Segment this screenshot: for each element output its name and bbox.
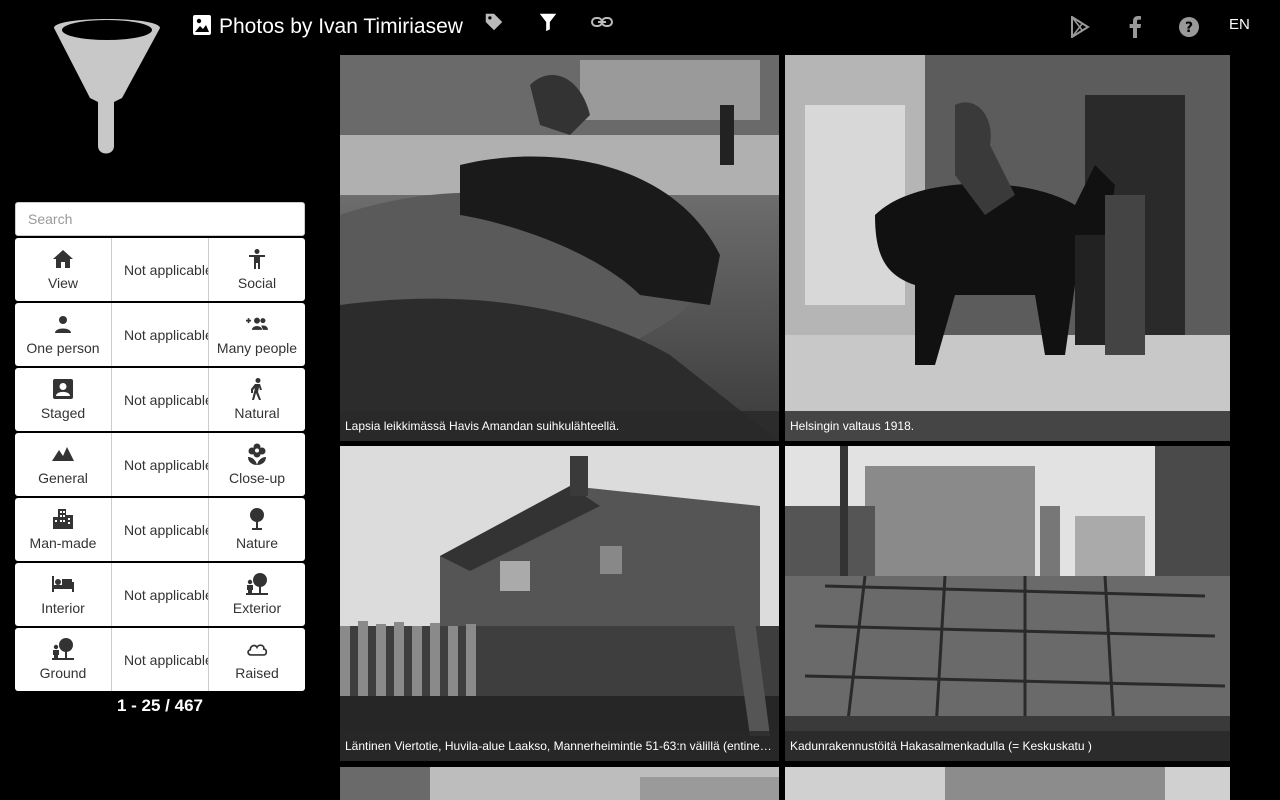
filter-icon[interactable] xyxy=(536,10,560,34)
photo-caption: Helsingin valtaus 1918. xyxy=(785,411,1230,441)
landscape-icon xyxy=(52,443,74,465)
filter-row-manmade-nature: Man-made Not applicable Nature xyxy=(15,498,305,561)
filter-raised-button[interactable]: Raised xyxy=(209,628,305,691)
filter-view-button[interactable]: View xyxy=(15,238,112,301)
filter-natural-button[interactable]: Natural xyxy=(209,368,305,431)
photo-card[interactable]: Helsingin valtaus 1918. xyxy=(785,55,1230,441)
tree-icon xyxy=(246,508,268,530)
photo-caption: Lapsia leikkimässä Havis Amandan suihkul… xyxy=(340,411,779,441)
filter-general-closeup-not-applicable[interactable]: Not applicable xyxy=(112,433,209,496)
filter-man-made-button[interactable]: Man-made xyxy=(15,498,112,561)
tag-icon[interactable] xyxy=(482,10,506,34)
photo-caption: Läntinen Viertotie, Huvila-alue Laakso, … xyxy=(340,731,779,761)
filter-nature-button[interactable]: Nature xyxy=(209,498,305,561)
photo-card[interactable]: Läntinen Viertotie, Huvila-alue Laakso, … xyxy=(340,446,779,761)
photo-icon xyxy=(193,14,211,40)
filter-many-people-button[interactable]: Many people xyxy=(209,303,305,366)
photo-card[interactable] xyxy=(785,767,1230,800)
filter-staged-natural-not-applicable[interactable]: Not applicable xyxy=(112,368,209,431)
filter-interior-exterior-not-applicable[interactable]: Not applicable xyxy=(112,563,209,626)
flower-icon xyxy=(246,443,268,465)
home-icon xyxy=(52,248,74,270)
photo-card[interactable]: Lapsia leikkimässä Havis Amandan suihkul… xyxy=(340,55,779,441)
filter-exterior-button[interactable]: Exterior xyxy=(209,563,305,626)
filter-row-ground-raised: Ground Not applicable Raised xyxy=(15,628,305,691)
photo-card[interactable] xyxy=(340,767,779,800)
filter-people-not-applicable[interactable]: Not applicable xyxy=(112,303,209,366)
photo-card[interactable]: Kadunrakennustöitä Hakasalmenkadulla (= … xyxy=(785,446,1230,761)
filter-close-up-button[interactable]: Close-up xyxy=(209,433,305,496)
walking-icon xyxy=(246,378,268,400)
filter-view-social-not-applicable[interactable]: Not applicable xyxy=(112,238,209,301)
photo-fountain-children xyxy=(340,55,779,441)
filter-row-general-closeup: General Not applicable Close-up xyxy=(15,433,305,496)
facebook-icon[interactable] xyxy=(1123,15,1147,39)
filter-staged-button[interactable]: Staged xyxy=(15,368,112,431)
page-title: Photos by Ivan Timiriasew xyxy=(219,15,463,38)
result-counter: 1 - 25 / 467 xyxy=(116,696,203,715)
filter-row-view-social: View Not applicable Social xyxy=(15,238,305,301)
filter-row-interior-exterior: Interior Not applicable Exterior xyxy=(15,563,305,626)
search-input[interactable] xyxy=(15,202,305,236)
filter-ground-button[interactable]: Ground xyxy=(15,628,112,691)
funnel-logo[interactable] xyxy=(52,10,162,155)
person-icon xyxy=(52,313,74,335)
filter-row-staged-natural: Staged Not applicable Natural xyxy=(15,368,305,431)
svg-text:?: ? xyxy=(1185,20,1193,36)
nature-person-icon xyxy=(246,573,268,595)
filter-general-button[interactable]: General xyxy=(15,433,112,496)
filter-social-button[interactable]: Social xyxy=(209,238,305,301)
language-selector[interactable]: EN xyxy=(1229,16,1250,33)
filter-interior-button[interactable]: Interior xyxy=(15,563,112,626)
person-standing-icon xyxy=(246,248,268,270)
link-icon[interactable] xyxy=(590,10,614,34)
filter-ground-raised-not-applicable[interactable]: Not applicable xyxy=(112,628,209,691)
funnel-icon xyxy=(54,19,160,154)
filter-one-person-button[interactable]: One person xyxy=(15,303,112,366)
app-title[interactable]: Photos by Ivan Timiriasew xyxy=(193,12,463,42)
city-icon xyxy=(52,508,74,530)
nature-person-icon xyxy=(52,638,74,660)
photo-wooden-house xyxy=(340,446,779,761)
bed-icon xyxy=(52,573,74,595)
photo-caption: Kadunrakennustöitä Hakasalmenkadulla (= … xyxy=(785,731,1230,761)
portrait-icon xyxy=(52,378,74,400)
group-add-icon xyxy=(246,313,268,335)
filter-manmade-nature-not-applicable[interactable]: Not applicable xyxy=(112,498,209,561)
photo-street-construction xyxy=(785,446,1230,761)
photo-soldier-horse xyxy=(785,55,1230,441)
help-icon[interactable]: ? xyxy=(1177,15,1201,39)
photo-partial xyxy=(785,767,1230,800)
google-play-icon[interactable] xyxy=(1068,15,1092,39)
cloud-icon xyxy=(246,638,268,660)
filter-row-people: One person Not applicable Many people xyxy=(15,303,305,366)
photo-partial xyxy=(340,767,779,800)
